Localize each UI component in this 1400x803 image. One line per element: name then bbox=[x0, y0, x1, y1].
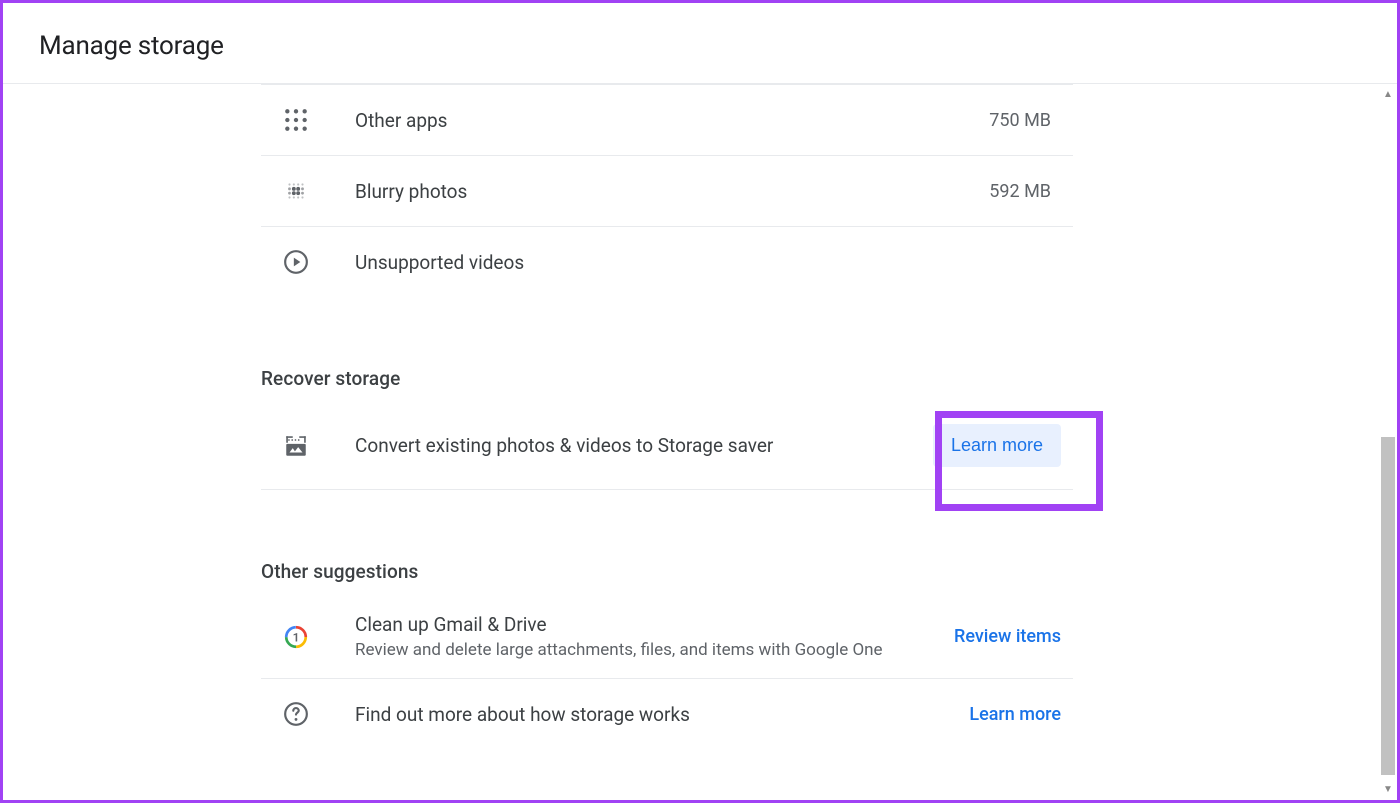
row-main: Blurry photos bbox=[355, 180, 989, 203]
learn-more-link[interactable]: Learn more bbox=[969, 704, 1073, 725]
row-blurry-photos[interactable]: Blurry photos 592 MB bbox=[261, 156, 1073, 227]
header: Manage storage bbox=[3, 3, 1397, 84]
help-circle-icon bbox=[283, 701, 309, 727]
scrollbar[interactable]: ▲ ▼ bbox=[1375, 85, 1397, 798]
scrollbar-up-icon[interactable]: ▲ bbox=[1381, 87, 1395, 101]
row-convert-storage-saver[interactable]: Convert existing photos & videos to Stor… bbox=[261, 402, 1073, 490]
row-main: Convert existing photos & videos to Stor… bbox=[355, 434, 933, 457]
row-label: Blurry photos bbox=[355, 180, 989, 203]
google-one-icon: 1 bbox=[283, 624, 309, 650]
section-title-suggestions: Other suggestions bbox=[261, 560, 1397, 583]
row-label: Convert existing photos & videos to Stor… bbox=[355, 434, 933, 457]
row-other-apps[interactable]: Other apps 750 MB bbox=[261, 84, 1073, 156]
recover-storage-section: Recover storage Convert existing photos … bbox=[261, 367, 1397, 490]
row-main: Other apps bbox=[355, 109, 989, 132]
learn-more-button[interactable]: Learn more bbox=[933, 424, 1061, 467]
row-label: Find out more about how storage works bbox=[355, 703, 969, 726]
row-main: Unsupported videos bbox=[355, 251, 1051, 274]
row-how-storage-works[interactable]: Find out more about how storage works Le… bbox=[261, 679, 1073, 749]
section-title-recover: Recover storage bbox=[261, 367, 1397, 390]
row-unsupported-videos[interactable]: Unsupported videos bbox=[261, 227, 1073, 297]
row-value: 592 MB bbox=[989, 181, 1073, 202]
row-label: Unsupported videos bbox=[355, 251, 1051, 274]
storage-saver-icon bbox=[283, 433, 309, 459]
scrollbar-down-icon[interactable]: ▼ bbox=[1381, 782, 1395, 796]
play-circle-icon bbox=[283, 249, 309, 275]
row-cleanup-gmail-drive[interactable]: 1 Clean up Gmail & Drive Review and dele… bbox=[261, 595, 1073, 679]
content-area: Other apps 750 MB Blurry photos 592 MB bbox=[3, 84, 1397, 799]
blur-icon bbox=[283, 178, 309, 204]
other-suggestions-section: Other suggestions 1 Clean up Gmail & Dri… bbox=[261, 560, 1397, 749]
row-sublabel: Review and delete large attachments, fil… bbox=[355, 640, 954, 660]
apps-grid-icon bbox=[283, 107, 309, 133]
page-title: Manage storage bbox=[39, 31, 1361, 61]
storage-items-section: Other apps 750 MB Blurry photos 592 MB bbox=[261, 84, 1397, 297]
svg-text:1: 1 bbox=[293, 630, 300, 644]
row-value: 750 MB bbox=[989, 110, 1073, 131]
row-main: Clean up Gmail & Drive Review and delete… bbox=[355, 613, 954, 660]
review-items-link[interactable]: Review items bbox=[954, 626, 1073, 647]
row-main: Find out more about how storage works bbox=[355, 703, 969, 726]
scrollbar-thumb[interactable] bbox=[1381, 437, 1395, 775]
row-label: Other apps bbox=[355, 109, 989, 132]
row-label: Clean up Gmail & Drive bbox=[355, 613, 954, 636]
